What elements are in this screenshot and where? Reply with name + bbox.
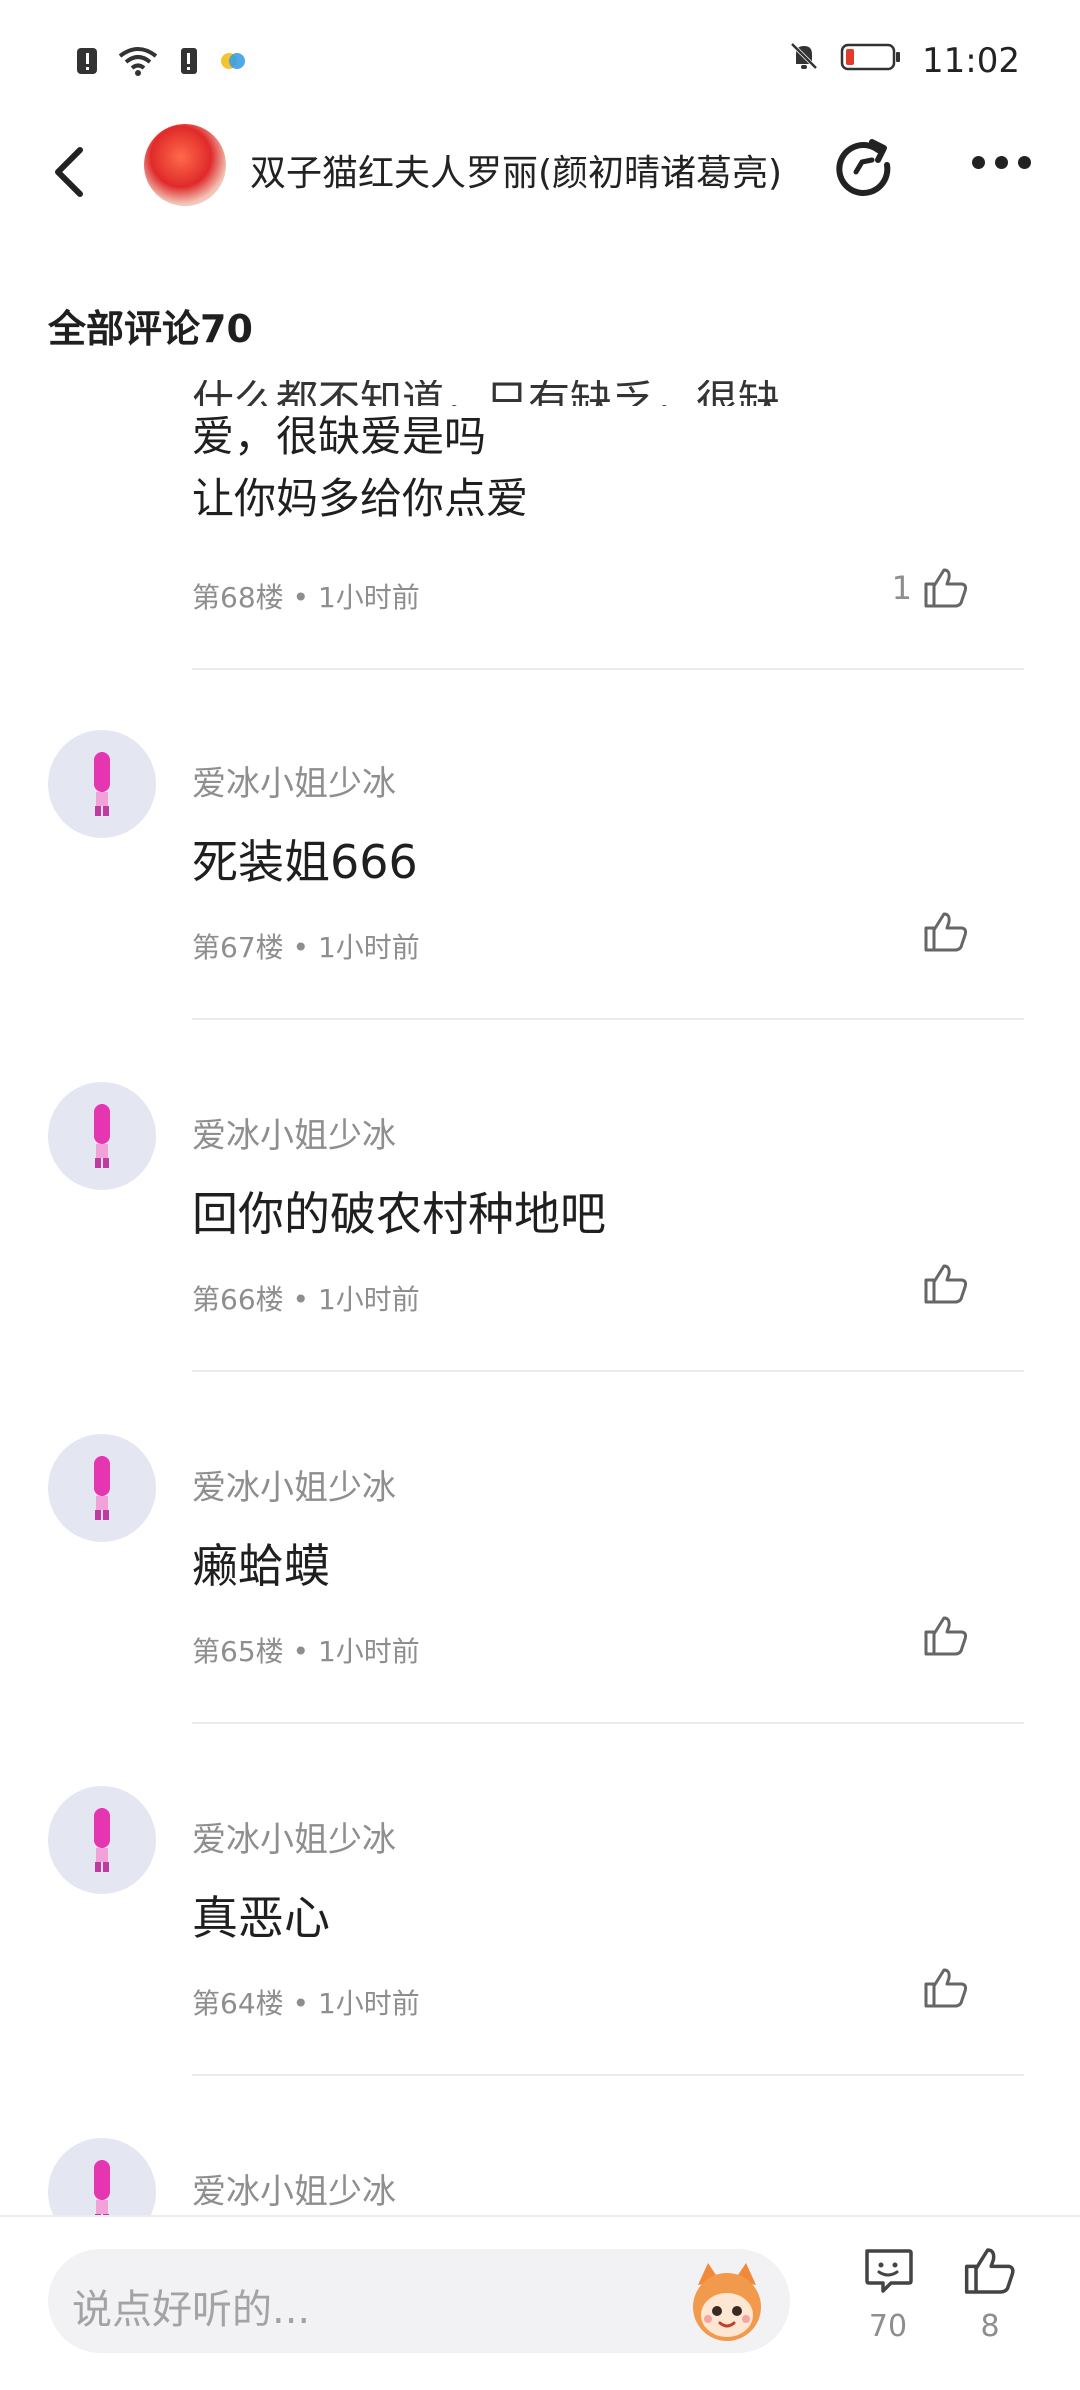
comment-meta: 第68楼 • 1小时前 — [192, 581, 420, 614]
mute-icon — [788, 40, 820, 81]
thumbs-up-icon — [924, 912, 968, 952]
user-avatar[interactable] — [48, 1082, 156, 1190]
comment-input-placeholder: 说点好听的... — [72, 2287, 311, 2333]
section-title-all-comments: 全部评论70 — [48, 307, 253, 351]
comment-item[interactable]: 爱冰小姐少冰 — [0, 2138, 1080, 2215]
alert-icon — [74, 44, 100, 78]
back-button[interactable] — [44, 142, 104, 232]
status-bar: 11:02 — [0, 0, 1080, 120]
post-like-count: 8 — [980, 2309, 1000, 2344]
comment-username[interactable]: 爱冰小姐少冰 — [192, 2164, 396, 2213]
divider — [192, 1370, 1024, 1372]
clock: 11:02 — [922, 40, 1020, 81]
comment-list[interactable]: 什么都不知道，只有缺乏，很缺 爱，很缺爱是吗 让你妈多给你点爱 第68楼 • 1… — [0, 380, 1080, 2215]
status-right: 11:02 — [788, 40, 1020, 81]
author-avatar[interactable] — [144, 124, 226, 206]
comment-input[interactable]: 说点好听的... — [48, 2249, 790, 2353]
battery-icon — [840, 41, 902, 81]
divider — [192, 668, 1024, 670]
partial-comment: 什么都不知道，只有缺乏，很缺 爱，很缺爱是吗 让你妈多给你点爱 — [192, 380, 992, 530]
like-button[interactable]: 1 — [892, 566, 970, 610]
sim-alert-icon — [176, 44, 202, 78]
divider — [192, 2074, 1024, 2076]
comment-username[interactable]: 爱冰小姐少冰 — [192, 1108, 396, 1157]
user-avatar[interactable] — [48, 1786, 156, 1894]
wifi-icon — [118, 44, 158, 78]
emoji-mascot-icon[interactable] — [684, 2259, 770, 2345]
post-like-button[interactable]: 8 — [950, 2245, 1030, 2344]
comment-text-line: 让你妈多给你点爱 — [192, 474, 529, 523]
share-button[interactable] — [832, 134, 894, 196]
comment-username[interactable]: 爱冰小姐少冰 — [192, 756, 396, 805]
comments-button[interactable]: 70 — [848, 2245, 928, 2344]
comment-meta: 第65楼 • 1小时前 — [192, 1635, 420, 1668]
user-avatar[interactable] — [48, 2138, 156, 2215]
bottom-bar: 说点好听的... 70 8 — [0, 2215, 1080, 2390]
like-count: 1 — [891, 569, 912, 607]
comment-meta: 第64楼 • 1小时前 — [192, 1987, 420, 2020]
thumbs-up-icon — [924, 1616, 968, 1656]
comment-meta: 第67楼 • 1小时前 — [192, 931, 420, 964]
more-button[interactable] — [972, 142, 1042, 182]
comment-username[interactable]: 爱冰小姐少冰 — [192, 1460, 396, 1509]
comment-icon — [865, 2249, 913, 2293]
comment-text: 真恶心 — [192, 1891, 330, 1945]
share-icon — [836, 139, 891, 196]
divider — [192, 1722, 1024, 1724]
more-icon-dot — [1018, 155, 1031, 169]
like-button[interactable] — [922, 1262, 970, 1306]
comment-text: 死装姐666 — [192, 835, 418, 889]
comment-text-line: 爱，很缺爱是吗 — [192, 412, 487, 461]
more-icon-dot — [995, 155, 1008, 169]
post-author-title[interactable]: 双子猫红夫人罗丽(颜初晴诸葛亮) — [250, 144, 782, 196]
status-left-icons — [74, 44, 246, 78]
comment-text: 回你的破农村种地吧 — [192, 1187, 606, 1241]
more-icon-dot — [972, 155, 985, 169]
thumbs-up-icon — [964, 2248, 1015, 2294]
user-avatar[interactable] — [48, 730, 156, 838]
user-avatar[interactable] — [48, 1434, 156, 1542]
comment-item[interactable]: 爱冰小姐少冰 真恶心 第64楼 • 1小时前 — [0, 1786, 1080, 2138]
thumbs-up-icon — [924, 568, 968, 608]
comment-text-line: 什么都不知道，只有缺乏，很缺 — [192, 380, 781, 406]
like-button[interactable] — [922, 1614, 970, 1658]
divider — [192, 1018, 1024, 1020]
comment-username[interactable]: 爱冰小姐少冰 — [192, 1812, 396, 1861]
thumbs-up-icon — [924, 1264, 968, 1304]
comment-text: 癞蛤蟆 — [192, 1539, 330, 1593]
thumbs-up-icon — [924, 1968, 968, 2008]
comment-item[interactable]: 爱冰小姐少冰 癞蛤蟆 第65楼 • 1小时前 — [0, 1434, 1080, 1786]
comment-meta: 第66楼 • 1小时前 — [192, 1283, 420, 1316]
like-button[interactable] — [922, 1966, 970, 2010]
like-button[interactable] — [922, 910, 970, 954]
comment-item[interactable]: 爱冰小姐少冰 回你的破农村种地吧 第66楼 • 1小时前 — [0, 1082, 1080, 1434]
comment-item[interactable]: 爱冰小姐少冰 死装姐666 第67楼 • 1小时前 — [0, 730, 1080, 1082]
app-notification-icon — [220, 44, 246, 78]
comment-count: 70 — [868, 2309, 908, 2344]
